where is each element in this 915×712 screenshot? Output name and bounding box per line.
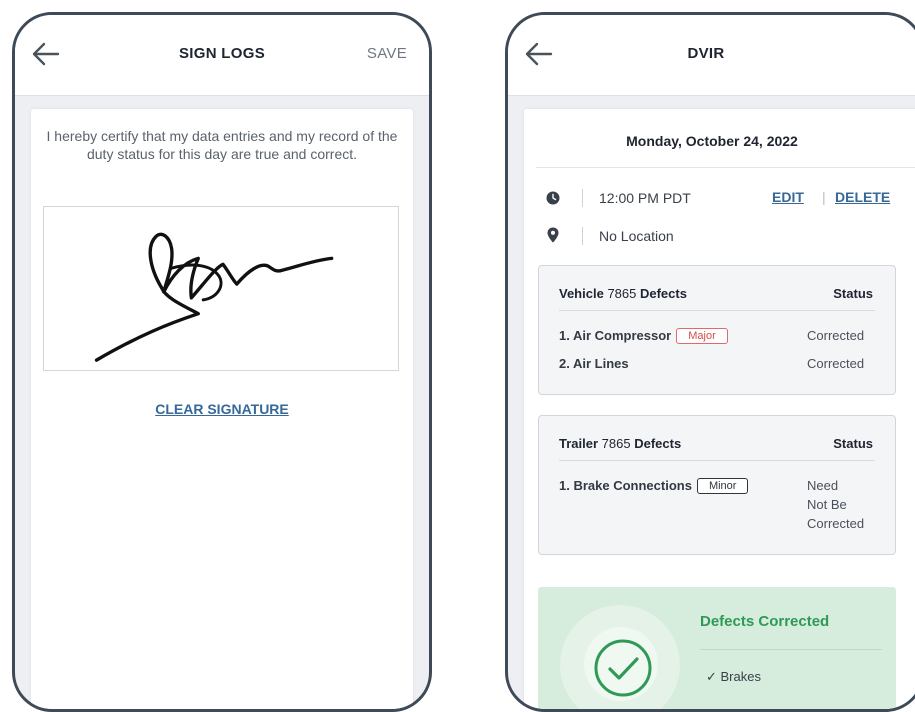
divider xyxy=(700,649,882,650)
clock-icon xyxy=(546,191,560,205)
corrected-item: ✓ Brakes xyxy=(706,669,761,684)
status-header: Status xyxy=(833,286,873,301)
signature-card: I hereby certify that my data entries an… xyxy=(31,109,413,709)
vehicle-defects-panel: Vehicle 7865 Defects Status 1. Air Compr… xyxy=(538,265,896,395)
severity-badge-minor: Minor xyxy=(696,478,749,494)
defect-name: 2. Air Lines xyxy=(559,356,629,371)
defect-item: 1. Air Compressor Major xyxy=(559,328,728,344)
signature-drawing xyxy=(94,232,334,362)
inspection-time: 12:00 PM PDT xyxy=(599,190,691,206)
clear-signature-button[interactable]: CLEAR SIGNATURE xyxy=(31,401,413,417)
vehicle-label: Vehicle xyxy=(559,286,604,301)
page-title: DVIR xyxy=(687,45,725,62)
defects-corrected-panel: Defects Corrected ✓ Brakes xyxy=(538,587,896,709)
sign-logs-app-bar: SIGN LOGS SAVE xyxy=(15,15,429,96)
defect-item: 2. Air Lines xyxy=(559,356,629,371)
edit-button[interactable]: EDIT xyxy=(772,189,804,205)
vehicle-defects-header: Vehicle 7865 Defects xyxy=(559,286,687,301)
divider xyxy=(536,167,915,168)
trailer-label: Trailer xyxy=(559,436,599,451)
signature-pad[interactable] xyxy=(43,206,399,371)
dvir-app-bar: DVIR xyxy=(508,15,915,96)
defect-item: 1. Brake Connections Minor xyxy=(559,478,749,494)
action-separator: | xyxy=(822,189,826,205)
severity-badge-major: Major xyxy=(676,328,728,344)
defect-status: Corrected xyxy=(807,356,865,371)
dvir-screen: DVIR Monday, October 24, 2022 12:00 PM P… xyxy=(505,12,915,712)
vehicle-number: 7865 xyxy=(607,286,637,301)
inspection-location: No Location xyxy=(599,228,674,244)
trailer-defects-header: Trailer 7865 Defects xyxy=(559,436,681,451)
defects-corrected-title: Defects Corrected xyxy=(700,613,830,630)
meta-separator xyxy=(582,227,583,245)
status-header: Status xyxy=(833,436,873,451)
checkmark-circle-icon xyxy=(594,639,652,697)
meta-separator xyxy=(582,189,583,207)
defect-status: Corrected xyxy=(807,328,865,343)
status-line: Not Be xyxy=(807,497,847,512)
divider xyxy=(559,310,875,311)
defect-name: 1. Brake Connections xyxy=(559,478,692,493)
delete-button[interactable]: DELETE xyxy=(835,189,890,205)
divider xyxy=(559,460,875,461)
location-pin-icon xyxy=(547,227,559,243)
trailer-defects-panel: Trailer 7865 Defects Status 1. Brake Con… xyxy=(538,415,896,555)
status-line: Corrected xyxy=(807,516,865,531)
inspection-date: Monday, October 24, 2022 xyxy=(626,133,798,149)
save-button[interactable]: SAVE xyxy=(367,45,407,62)
defects-label: Defects xyxy=(634,436,682,451)
defects-label: Defects xyxy=(639,286,687,301)
trailer-number: 7865 xyxy=(601,436,631,451)
defect-name: 1. Air Compressor xyxy=(559,328,672,343)
sign-logs-screen: SIGN LOGS SAVE I hereby certify that my … xyxy=(12,12,432,712)
defect-status: Need Not Be Corrected xyxy=(807,476,864,533)
certification-text: I hereby certify that my data entries an… xyxy=(46,128,398,162)
status-line: Need xyxy=(807,478,839,493)
dvir-card: Monday, October 24, 2022 12:00 PM PDT ED… xyxy=(524,109,915,709)
